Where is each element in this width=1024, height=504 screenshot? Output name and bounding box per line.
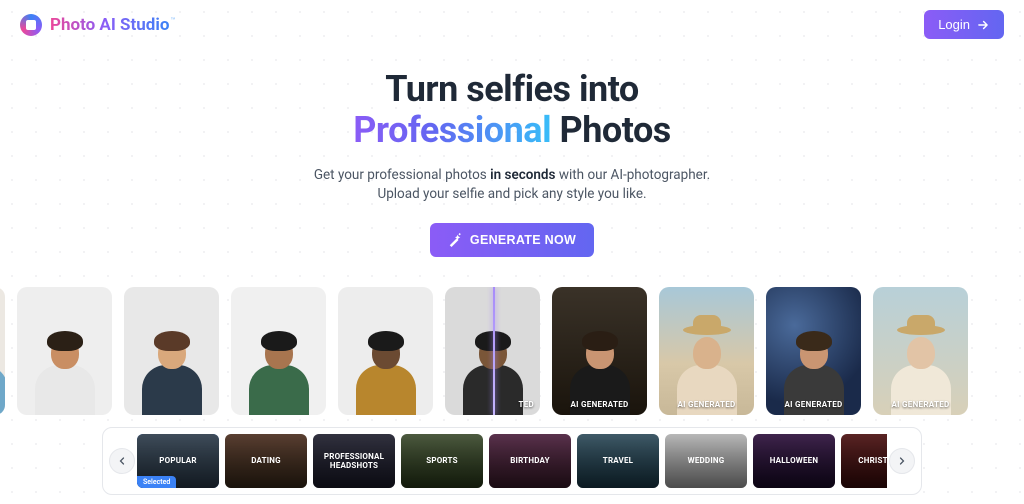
photo-tile xyxy=(124,287,219,415)
carousel-prev-button[interactable] xyxy=(109,448,135,474)
brand: Photo AI Studio™ xyxy=(20,14,175,36)
category-label: DATING xyxy=(225,434,307,488)
generate-label: GENERATE NOW xyxy=(470,233,576,247)
magic-wand-icon xyxy=(448,233,462,247)
category-dating[interactable]: DATING xyxy=(225,434,307,488)
brand-name: Photo AI Studio™ xyxy=(50,15,175,35)
category-travel[interactable]: TRAVEL xyxy=(577,434,659,488)
login-label: Login xyxy=(938,17,970,32)
category-halloween[interactable]: HALLOWEEN xyxy=(753,434,835,488)
ai-badge: AI GENERATED xyxy=(873,400,968,409)
logo-icon xyxy=(20,14,42,36)
category-christmas[interactable]: CHRISTMAS xyxy=(841,434,887,488)
badge-partial: TED xyxy=(518,400,534,409)
category-wedding[interactable]: WEDDING xyxy=(665,434,747,488)
hero: Turn selfies into Professional Photos Ge… xyxy=(0,45,1024,267)
photo-tile: AI GENERATED xyxy=(873,287,968,415)
chevron-right-icon xyxy=(896,455,908,467)
category-label: TRAVEL xyxy=(577,434,659,488)
ai-badge: AI GENERATED xyxy=(659,400,754,409)
category-birthday[interactable]: BIRTHDAY xyxy=(489,434,571,488)
photo-tile: AI GENERATED xyxy=(659,287,754,415)
arrow-right-icon xyxy=(976,18,990,32)
selected-badge: Selected xyxy=(137,476,176,488)
category-label: PROFESSIONAL HEADSHOTS xyxy=(313,434,395,488)
category-label: CHRISTMAS xyxy=(841,434,887,488)
photo-tile: AI GENERATED xyxy=(766,287,861,415)
ai-badge: AI GENERATED xyxy=(766,400,861,409)
generate-button[interactable]: GENERATE NOW xyxy=(430,223,594,257)
header: Photo AI Studio™ Login xyxy=(0,0,1024,45)
photo-tile-comparison[interactable]: TED xyxy=(445,287,540,415)
carousel-next-button[interactable] xyxy=(889,448,915,474)
photo-tile xyxy=(231,287,326,415)
headline-line2: Professional Photos xyxy=(20,110,1004,151)
category-label: SPORTS xyxy=(401,434,483,488)
chevron-left-icon xyxy=(116,455,128,467)
category-professional-headshots[interactable]: PROFESSIONAL HEADSHOTS xyxy=(313,434,395,488)
comparison-slider-handle[interactable] xyxy=(493,287,495,415)
photo-tile: AI GENERATED xyxy=(552,287,647,415)
ai-badge: AI GENERATED xyxy=(552,400,647,409)
category-label: WEDDING xyxy=(665,434,747,488)
photo-tile xyxy=(0,287,5,415)
category-popular[interactable]: POPULARSelected xyxy=(137,434,219,488)
login-button[interactable]: Login xyxy=(924,10,1004,39)
category-carousel: POPULARSelectedDATINGPROFESSIONAL HEADSH… xyxy=(102,427,922,495)
photo-tile xyxy=(17,287,112,415)
photo-tile xyxy=(338,287,433,415)
category-label: HALLOWEEN xyxy=(753,434,835,488)
headline-line1: Turn selfies into xyxy=(20,69,1004,110)
category-sports[interactable]: SPORTS xyxy=(401,434,483,488)
photo-strip: TED AI GENERATED AI GENERATED AI GENERAT… xyxy=(0,287,974,415)
subheadline: Get your professional photos in seconds … xyxy=(20,166,1004,205)
category-label: BIRTHDAY xyxy=(489,434,571,488)
